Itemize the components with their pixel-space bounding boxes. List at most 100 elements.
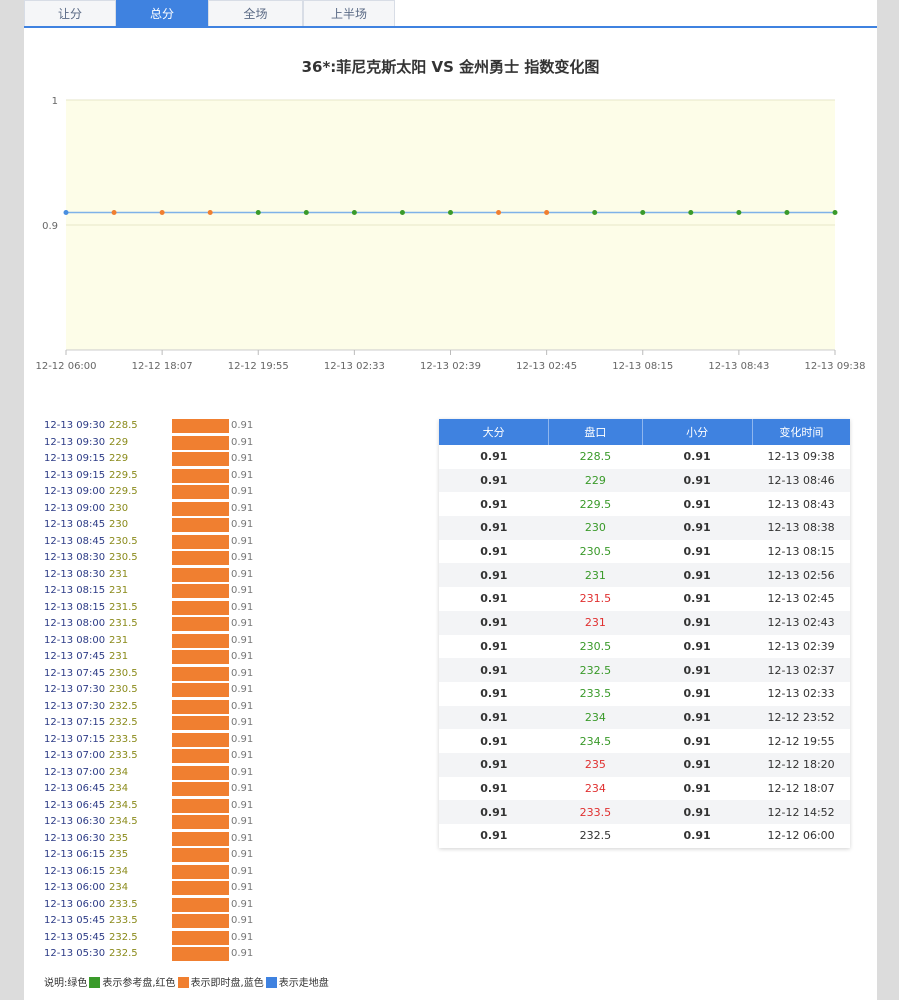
- row-value: 0.91: [231, 453, 254, 464]
- cell-over: 0.91: [439, 468, 549, 493]
- table-header-row: 大分 盘口 小分 变化时间: [439, 419, 850, 445]
- cell-line: 235: [548, 752, 643, 777]
- cell-under: 0.91: [683, 497, 711, 511]
- cell-over: 0.91: [480, 639, 508, 653]
- cell-line: 231.5: [579, 592, 612, 606]
- row-time: 12-13 07:30: [44, 684, 106, 695]
- list-item: 12-13 07:30 230.5 0.91: [44, 682, 284, 699]
- cell-line: 229: [548, 468, 643, 493]
- row-line: 229.5: [109, 469, 138, 481]
- cell-over: 0.91: [439, 705, 549, 730]
- table-row: 0.91 230 0.91 12-13 08:38: [439, 516, 850, 540]
- row-value: 0.91: [231, 552, 254, 563]
- cell-over: 0.91: [439, 563, 549, 588]
- row-bar: [172, 518, 229, 532]
- data-point: [111, 210, 117, 215]
- row-time: 12-13 06:00: [44, 898, 106, 910]
- row-line: 229.5: [109, 486, 138, 497]
- row-line: 230.5: [109, 684, 138, 695]
- cell-line: 232.5: [579, 829, 612, 843]
- cell-time: 12-13 02:37: [752, 658, 850, 682]
- row-time: 12-13 07:45: [44, 667, 106, 679]
- table-row: 0.91 231 0.91 12-13 02:43: [439, 610, 850, 635]
- row-time: 12-13 06:00: [44, 882, 106, 893]
- cell-time: 12-12 23:52: [752, 705, 850, 730]
- table-row: 0.91 232.5 0.91 12-13 02:37: [439, 658, 850, 682]
- row-value: 0.91: [231, 634, 254, 646]
- row-line: 230: [109, 519, 129, 530]
- cell-under: 0.91: [683, 687, 711, 701]
- data-point: [544, 210, 550, 215]
- list-item: 12-13 06:15 234 0.91: [44, 864, 284, 881]
- list-item: 12-13 07:00 233.5 0.91: [44, 748, 284, 765]
- row-value: 0.91: [231, 651, 254, 662]
- header-change-time: 变化时间: [752, 419, 850, 445]
- list-item: 12-13 08:00 231.5 0.91: [44, 616, 284, 633]
- cell-time: 12-13 02:56: [752, 563, 850, 588]
- cell-under: 0.91: [683, 734, 711, 748]
- cell-over: 0.91: [480, 781, 508, 795]
- row-value: 0.91: [231, 667, 254, 679]
- cell-line: 233.5: [548, 800, 643, 824]
- legend-blue-text: 表示走地盘: [278, 978, 329, 989]
- row-line: 233.5: [109, 898, 138, 910]
- row-bar: [172, 765, 229, 780]
- data-point: [496, 210, 502, 215]
- row-bar: [172, 501, 229, 516]
- list-item: 12-13 08:45 230.5 0.91: [44, 534, 284, 551]
- cell-under: 0.91: [642, 800, 753, 824]
- row-value: 0.91: [231, 816, 254, 827]
- y-tick-label: 0.9: [42, 221, 58, 232]
- cell-under: 0.91: [683, 545, 711, 559]
- row-value: 0.91: [231, 601, 254, 613]
- row-value: 0.91: [231, 420, 254, 431]
- cell-line: 231: [548, 610, 643, 635]
- row-time: 12-13 08:00: [44, 634, 106, 646]
- row-time: 12-13 07:00: [44, 766, 106, 778]
- row-bar: [172, 881, 229, 895]
- row-time: 12-13 05:45: [44, 915, 106, 926]
- legend-blue-swatch: [265, 977, 277, 988]
- row-line: 235: [109, 832, 129, 844]
- cell-over: 0.91: [480, 545, 508, 559]
- legend-green-text: 表示参考盘,红色: [102, 978, 176, 989]
- x-tick-label: 12-13 08:43: [708, 361, 769, 372]
- cell-line: 230.5: [579, 639, 612, 653]
- row-bar: [172, 897, 229, 912]
- list-item: 12-13 09:30 229 0.91: [44, 435, 284, 452]
- row-time: 12-13 09:30: [44, 420, 106, 431]
- cell-line: 230: [548, 516, 643, 540]
- row-value: 0.91: [231, 535, 254, 547]
- row-time: 12-13 06:30: [44, 832, 106, 844]
- row-line: 232.5: [109, 717, 138, 728]
- row-value: 0.91: [231, 849, 254, 860]
- cell-over: 0.91: [439, 800, 549, 824]
- cell-line: 233.5: [579, 687, 612, 701]
- row-time: 12-13 06:45: [44, 799, 106, 811]
- row-time: 12-13 08:00: [44, 618, 106, 629]
- list-item: 12-13 05:45 233.5 0.91: [44, 913, 284, 930]
- row-line: 231: [109, 634, 129, 646]
- row-bar: [172, 633, 229, 648]
- cell-line: 232.5: [548, 658, 643, 682]
- list-item: 12-13 06:45 234.5 0.91: [44, 798, 284, 815]
- cell-line: 234: [548, 705, 643, 730]
- cell-over: 0.91: [480, 592, 508, 606]
- legend-prefix: 说明:绿色: [44, 978, 88, 989]
- row-time: 12-13 08:15: [44, 601, 106, 613]
- list-item: 12-13 09:30 228.5 0.91: [44, 418, 284, 435]
- row-line: 230.5: [109, 552, 138, 563]
- row-time: 12-13 09:30: [44, 436, 106, 448]
- row-value: 0.91: [231, 799, 254, 811]
- row-line: 233.5: [109, 733, 138, 745]
- cell-under: 0.91: [642, 468, 753, 493]
- row-value: 0.91: [231, 832, 254, 844]
- cell-under: 0.91: [683, 592, 711, 606]
- row-time: 12-13 06:15: [44, 849, 106, 860]
- list-item: 12-13 07:15 232.5 0.91: [44, 715, 284, 732]
- cell-over: 0.91: [480, 687, 508, 701]
- x-tick-label: 12-12 19:55: [228, 361, 289, 372]
- row-bar: [172, 452, 229, 466]
- data-point: [448, 210, 453, 215]
- row-value: 0.91: [231, 766, 254, 778]
